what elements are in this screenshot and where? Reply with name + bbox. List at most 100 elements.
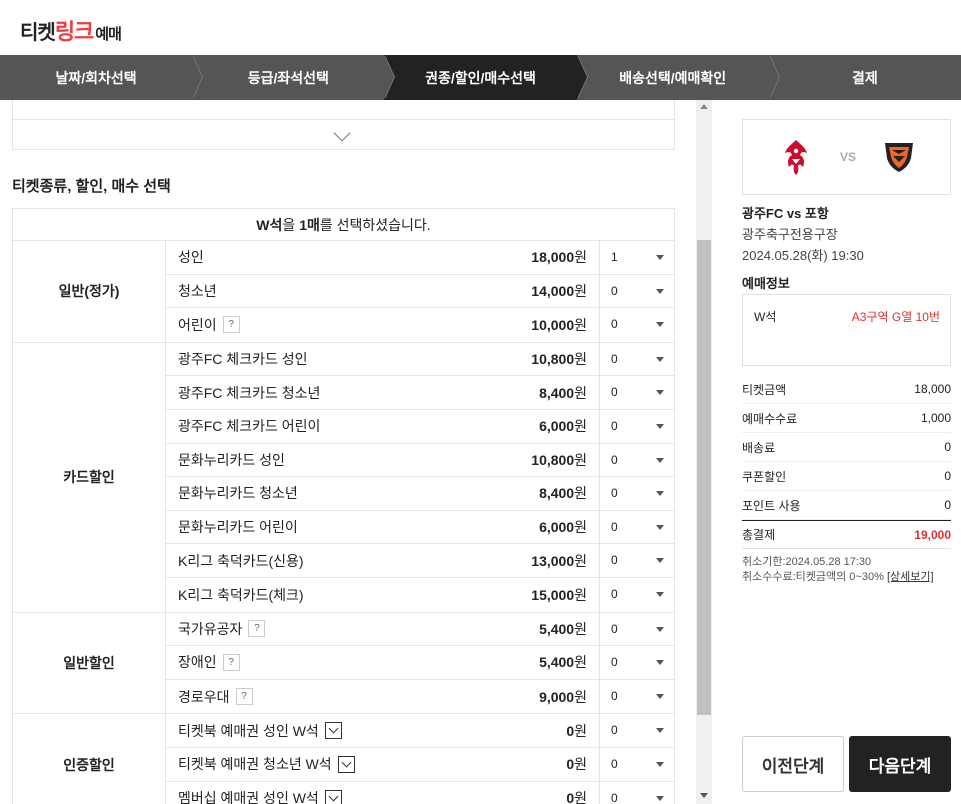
ticket-label: 광주FC 체크카드 성인 — [178, 351, 308, 368]
quantity-select[interactable]: 0 — [599, 477, 674, 510]
price-value: 5,400 — [539, 620, 575, 637]
match-box: VS — [742, 119, 951, 195]
total-label: 총결제 — [742, 528, 776, 542]
ticket-group-name: 카드할인 — [13, 342, 166, 612]
help-icon[interactable]: ? — [248, 620, 266, 638]
quantity-select[interactable]: 0 — [599, 646, 674, 679]
quantity-select[interactable]: 0 — [599, 342, 674, 376]
price-value: 0 — [566, 722, 575, 739]
step-arrow — [768, 55, 779, 99]
quantity-value: 0 — [611, 553, 618, 568]
total-value: 19,000 — [914, 527, 951, 542]
ticket-name-cell: 어린이? — [166, 315, 479, 335]
help-icon[interactable]: ? — [222, 316, 240, 334]
next-step-button[interactable]: 다음단계 — [849, 736, 951, 792]
quantity-select[interactable]: 0 — [599, 443, 674, 477]
ticket-name-cell: 티켓북 예매권 성인 W석 — [166, 721, 479, 741]
quantity-select[interactable]: 0 — [599, 747, 674, 781]
scroll-up-icon[interactable] — [700, 104, 708, 109]
ticket-label: 장애인 — [178, 654, 217, 671]
price-unit: 원 — [574, 316, 587, 333]
quantity-value: 0 — [611, 790, 618, 804]
quantity-select[interactable]: 0 — [599, 577, 674, 612]
scrollbar-thumb[interactable] — [697, 240, 711, 715]
price-value: 14,000 — [531, 282, 575, 299]
price-unit: 원 — [574, 519, 587, 536]
price-value: 15,000 — [531, 586, 575, 603]
price-value: 6,000 — [539, 418, 575, 435]
caret-down-icon — [656, 626, 664, 632]
quantity-select[interactable]: 0 — [599, 308, 674, 342]
quantity-select[interactable]: 0 — [599, 612, 674, 646]
quantity-value: 0 — [611, 519, 618, 534]
quantity-select[interactable]: 0 — [599, 714, 674, 747]
scrollbar[interactable] — [696, 100, 712, 804]
prev-step-button[interactable]: 이전단계 — [742, 736, 844, 792]
step-5[interactable]: 결제 — [769, 55, 961, 100]
ticket-name-cell: K리그 축덕카드(체크) — [166, 585, 479, 605]
step-label: 날짜/회차선택 — [55, 69, 137, 86]
quantity-select[interactable]: 0 — [599, 544, 674, 577]
quantity-select[interactable]: 0 — [599, 679, 674, 714]
summary-value: 18,000 — [914, 382, 951, 396]
quantity-select[interactable]: 0 — [599, 376, 674, 409]
quantity-value: 0 — [611, 418, 618, 433]
quantity-select[interactable]: 0 — [599, 781, 674, 804]
ticket-row: K리그 축덕카드(신용) 13,000원 0 — [166, 544, 674, 578]
price-value: 8,400 — [539, 485, 575, 502]
price-value: 9,000 — [539, 688, 575, 705]
price-value: 8,400 — [539, 384, 575, 401]
ticket-row: 문화누리카드 청소년 8,400원 0 — [166, 477, 674, 511]
help-icon[interactable]: ? — [222, 653, 240, 671]
price-unit: 원 — [574, 790, 587, 804]
ticket-name-cell: 장애인? — [166, 652, 479, 672]
scroll-down-icon[interactable] — [700, 793, 708, 798]
price-value: 13,000 — [531, 552, 575, 569]
quantity-value: 0 — [611, 486, 618, 501]
quantity-value: 0 — [611, 723, 618, 738]
price-unit: 원 — [574, 620, 587, 637]
chevron-down-icon[interactable] — [333, 124, 351, 142]
step-3[interactable]: 권종/할인/매수선택 — [384, 55, 588, 100]
ticket-row: 티켓북 예매권 성인 W석 0원 0 — [166, 714, 674, 748]
quantity-select[interactable]: 1 — [599, 241, 674, 274]
quantity-select[interactable]: 0 — [599, 274, 674, 308]
ticket-row: 성인 18,000원 1 — [166, 241, 674, 275]
expand-toggle-icon[interactable] — [337, 755, 355, 773]
ticket-row: 장애인? 5,400원 0 — [166, 646, 674, 680]
ticketlink-logo[interactable]: 티켓링크 예매 — [20, 14, 122, 46]
quantity-value: 0 — [611, 621, 618, 636]
caret-down-icon — [656, 591, 664, 597]
ticket-name-cell: 국가유공자? — [166, 619, 479, 639]
ticket-group: 일반할인 국가유공자? 5,400원 0 장애인? 5,400원 0 경로우대? 9,000원 0 — [12, 612, 675, 715]
ticket-price: 0원 — [479, 721, 599, 741]
quantity-select[interactable]: 0 — [599, 510, 674, 544]
step-4[interactable]: 배송선택/예매확인 — [577, 55, 780, 100]
price-unit: 원 — [574, 451, 587, 468]
ticket-price: 18,000원 — [479, 247, 599, 267]
ticket-name-cell: 광주FC 체크카드 성인 — [166, 349, 479, 369]
match-venue: 광주축구전용구장 — [742, 227, 838, 242]
ticket-label: 티켓북 예매권 성인 W석 — [178, 722, 319, 739]
ticket-row: 문화누리카드 어린이 6,000원 0 — [166, 510, 674, 545]
quantity-value: 1 — [611, 250, 618, 264]
step-1[interactable]: 날짜/회차선택 — [0, 55, 204, 100]
match-date: 2024.05.28(화) 19:30 — [742, 248, 864, 263]
price-value: 18,000 — [531, 249, 575, 266]
expand-toggle-icon[interactable] — [324, 789, 342, 804]
summary-row: 티켓금액 18,000 — [742, 375, 951, 404]
step-2[interactable]: 등급/좌석선택 — [192, 55, 396, 100]
cancel-notes: 취소기한:2024.05.28 17:30 취소수수료:티켓금액의 0~30% … — [742, 555, 934, 585]
caret-down-icon — [656, 491, 664, 497]
price-unit: 원 — [574, 485, 587, 502]
quantity-select[interactable]: 0 — [599, 409, 674, 443]
ticket-group-name: 일반(정가) — [13, 241, 166, 342]
expand-toggle-icon[interactable] — [324, 722, 342, 740]
notice-count: 1매 — [299, 217, 320, 233]
detail-link[interactable]: [상세보기] — [887, 571, 934, 583]
seat-summary-collapsed — [12, 100, 675, 150]
help-icon[interactable]: ? — [235, 688, 253, 706]
ticket-label: 광주FC 체크카드 어린이 — [178, 418, 321, 435]
notice-tail: 를 선택하셨습니다. — [319, 217, 431, 233]
ticket-label: 어린이 — [178, 316, 217, 333]
